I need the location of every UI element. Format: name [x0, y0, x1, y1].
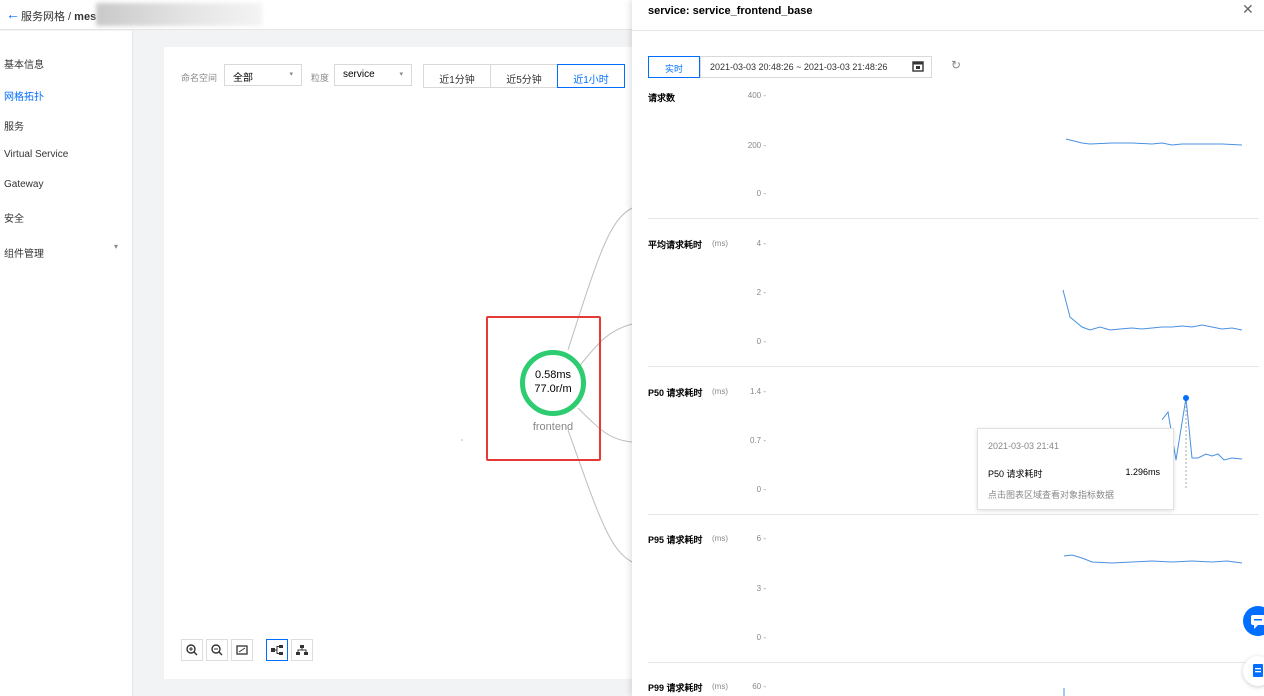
- zoom-in-icon: [186, 644, 198, 656]
- refresh-icon[interactable]: ↻: [951, 58, 961, 72]
- doc-help-button[interactable]: [1243, 656, 1264, 686]
- p95-line: [1063, 554, 1243, 564]
- y-tick: 6 -: [756, 534, 766, 543]
- divider: [632, 30, 1264, 31]
- divider: [648, 366, 1259, 367]
- breadcrumb-current: mes: [74, 11, 97, 23]
- divider: [648, 514, 1259, 515]
- horizontal-layout-button[interactable]: [266, 639, 288, 661]
- document-icon: [1253, 664, 1263, 677]
- frontend-node[interactable]: 0.58ms 77.0r/m: [520, 350, 586, 416]
- tooltip-metric-value: 1.296ms: [1125, 467, 1160, 477]
- date-range-picker[interactable]: 2021-03-03 20:48:26 ~ 2021-03-03 21:48:2…: [700, 56, 932, 78]
- y-tick: 60 -: [752, 682, 766, 691]
- tooltip-metric-name: P50 请求耗时: [988, 469, 1043, 479]
- zoom-out-icon: [211, 644, 223, 656]
- metric-unit: (ms): [712, 534, 728, 543]
- metric-title-requests: 请求数: [648, 93, 676, 103]
- y-tick: 4 -: [756, 239, 766, 248]
- divider: [648, 662, 1259, 663]
- sidebar-item-security[interactable]: 安全: [4, 210, 24, 225]
- sidebar: 基本信息 网格拓扑 服务 Virtual Service Gateway 安全 …: [0, 31, 133, 696]
- granularity-value: service: [343, 69, 375, 80]
- sidebar-item-virtual-service[interactable]: Virtual Service: [4, 149, 68, 160]
- calendar-icon[interactable]: [912, 60, 924, 72]
- granularity-label: 粒度: [311, 73, 330, 83]
- node-rate: 77.0r/m: [534, 383, 572, 395]
- requests-line: [1065, 138, 1243, 146]
- drawer-title: service: service_frontend_base: [648, 5, 813, 17]
- chevron-down-icon[interactable]: ▾: [114, 242, 118, 251]
- sidebar-item-basic-info[interactable]: 基本信息: [4, 56, 44, 71]
- tooltip-hint: 点击图表区域查看对象指标数据: [988, 490, 1115, 500]
- minor-dot: [461, 439, 463, 441]
- node-latency: 0.58ms: [534, 369, 572, 381]
- tooltip-time: 2021-03-03 21:41: [988, 441, 1060, 451]
- namespace-label: 命名空间: [181, 73, 218, 83]
- zoom-out-button[interactable]: [206, 639, 228, 661]
- service-detail-drawer: service: service_frontend_base ✕ 实时 2021…: [632, 0, 1264, 696]
- divider: [648, 218, 1259, 219]
- p99-line: [1063, 688, 1065, 696]
- fit-view-button[interactable]: [231, 639, 253, 661]
- vertical-layout-button[interactable]: [291, 639, 313, 661]
- y-tick: 0 -: [756, 485, 766, 494]
- redacted-region: [96, 3, 262, 26]
- node-name: frontend: [532, 421, 574, 433]
- y-tick: 1.4 -: [749, 387, 766, 396]
- y-tick: 3 -: [756, 584, 766, 593]
- sidebar-item-components[interactable]: 组件管理: [4, 245, 44, 260]
- horizontal-layout-icon: [271, 645, 283, 655]
- namespace-select[interactable]: 全部 ▾: [224, 64, 302, 86]
- time-1hour-button[interactable]: 近1小时: [557, 64, 625, 88]
- date-range-value: 2021-03-03 20:48:26 ~ 2021-03-03 21:48:2…: [710, 62, 888, 72]
- time-1min-button[interactable]: 近1分钟: [423, 64, 491, 88]
- metric-title-avg-latency: 平均请求耗时: [648, 240, 703, 250]
- breadcrumb-parent[interactable]: 服务网格 /: [21, 11, 74, 23]
- y-tick: 0.7 -: [749, 436, 766, 445]
- y-tick: 0 -: [756, 337, 766, 346]
- granularity-select[interactable]: service ▾: [334, 64, 412, 86]
- breadcrumb: 服务网格 / mes: [21, 8, 96, 24]
- metric-title-p50: P50 请求耗时: [648, 388, 703, 398]
- hover-point: [1183, 395, 1189, 401]
- chat-help-button[interactable]: [1243, 606, 1264, 636]
- metric-unit: (ms): [712, 239, 728, 248]
- y-tick: 400 -: [747, 91, 766, 100]
- metric-unit: (ms): [712, 682, 728, 691]
- y-tick: 0 -: [756, 633, 766, 642]
- sidebar-item-mesh-topology[interactable]: 网格拓扑: [4, 88, 44, 103]
- chevron-down-icon: ▾: [399, 71, 403, 78]
- zoom-in-button[interactable]: [181, 639, 203, 661]
- y-tick: 2 -: [756, 288, 766, 297]
- back-arrow-icon[interactable]: ←: [6, 6, 20, 22]
- chart-tooltip: 2021-03-03 21:41 P50 请求耗时 1.296ms 点击图表区域…: [977, 428, 1174, 510]
- avg-latency-line: [1062, 289, 1243, 331]
- top-bar: ← 服务网格 / mes: [0, 0, 632, 30]
- close-icon[interactable]: ✕: [1242, 1, 1254, 18]
- chat-icon: [1251, 615, 1264, 629]
- y-tick: 0 -: [756, 189, 766, 198]
- time-5min-button[interactable]: 近5分钟: [490, 64, 558, 88]
- metric-title-p95: P95 请求耗时: [648, 535, 703, 545]
- vertical-layout-icon: [296, 645, 308, 655]
- y-tick: 200 -: [747, 141, 766, 150]
- chevron-down-icon: ▾: [289, 71, 293, 78]
- metric-title-p99: P99 请求耗时: [648, 683, 703, 693]
- metric-unit: (ms): [712, 387, 728, 396]
- fit-view-icon: [236, 645, 248, 655]
- sidebar-item-services[interactable]: 服务: [4, 118, 24, 133]
- p50-line: [1162, 395, 1243, 490]
- sidebar-item-gateway[interactable]: Gateway: [4, 179, 43, 190]
- realtime-button[interactable]: 实时: [648, 56, 700, 78]
- namespace-value: 全部: [233, 73, 253, 84]
